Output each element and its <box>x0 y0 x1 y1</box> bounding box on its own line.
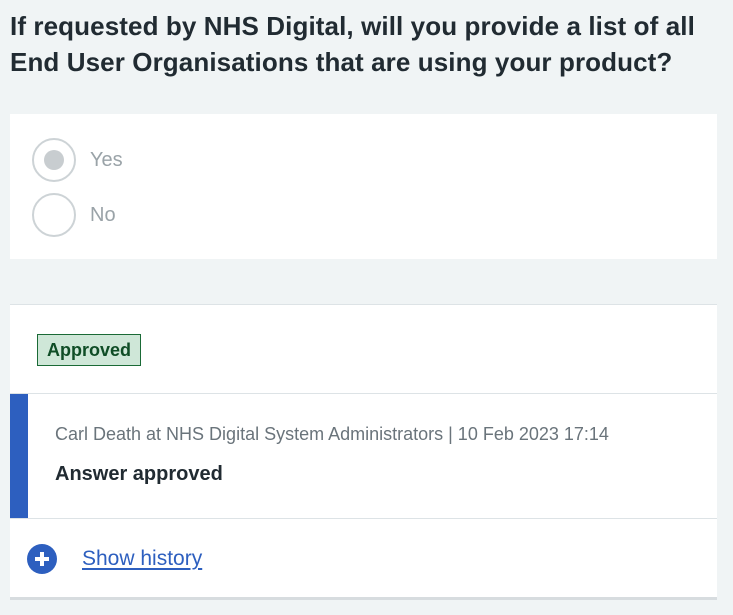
comment-accent-bar <box>10 394 28 518</box>
show-history-toggle[interactable]: Show history <box>27 544 202 574</box>
review-comment: Carl Death at NHS Digital System Adminis… <box>10 393 717 519</box>
radio-option-no[interactable]: No <box>32 192 116 238</box>
comment-text: Answer approved <box>55 463 223 485</box>
answer-options: Yes No <box>10 114 717 259</box>
plus-circle-icon[interactable] <box>27 544 57 574</box>
radio-selected-dot <box>44 150 64 170</box>
review-panel: Approved Carl Death at NHS Digital Syste… <box>10 304 717 600</box>
review-page: If requested by NHS Digital, will you pr… <box>0 0 733 615</box>
radio-label-no: No <box>90 203 116 226</box>
question-heading: If requested by NHS Digital, will you pr… <box>10 11 695 77</box>
comment-meta: Carl Death at NHS Digital System Adminis… <box>55 424 609 444</box>
radio-option-yes[interactable]: Yes <box>32 137 123 183</box>
status-badge: Approved <box>37 334 142 366</box>
radio-button-no[interactable] <box>32 193 76 237</box>
radio-label-yes: Yes <box>90 148 123 171</box>
show-history-link[interactable]: Show history <box>82 547 202 571</box>
radio-button-yes[interactable] <box>32 138 76 182</box>
